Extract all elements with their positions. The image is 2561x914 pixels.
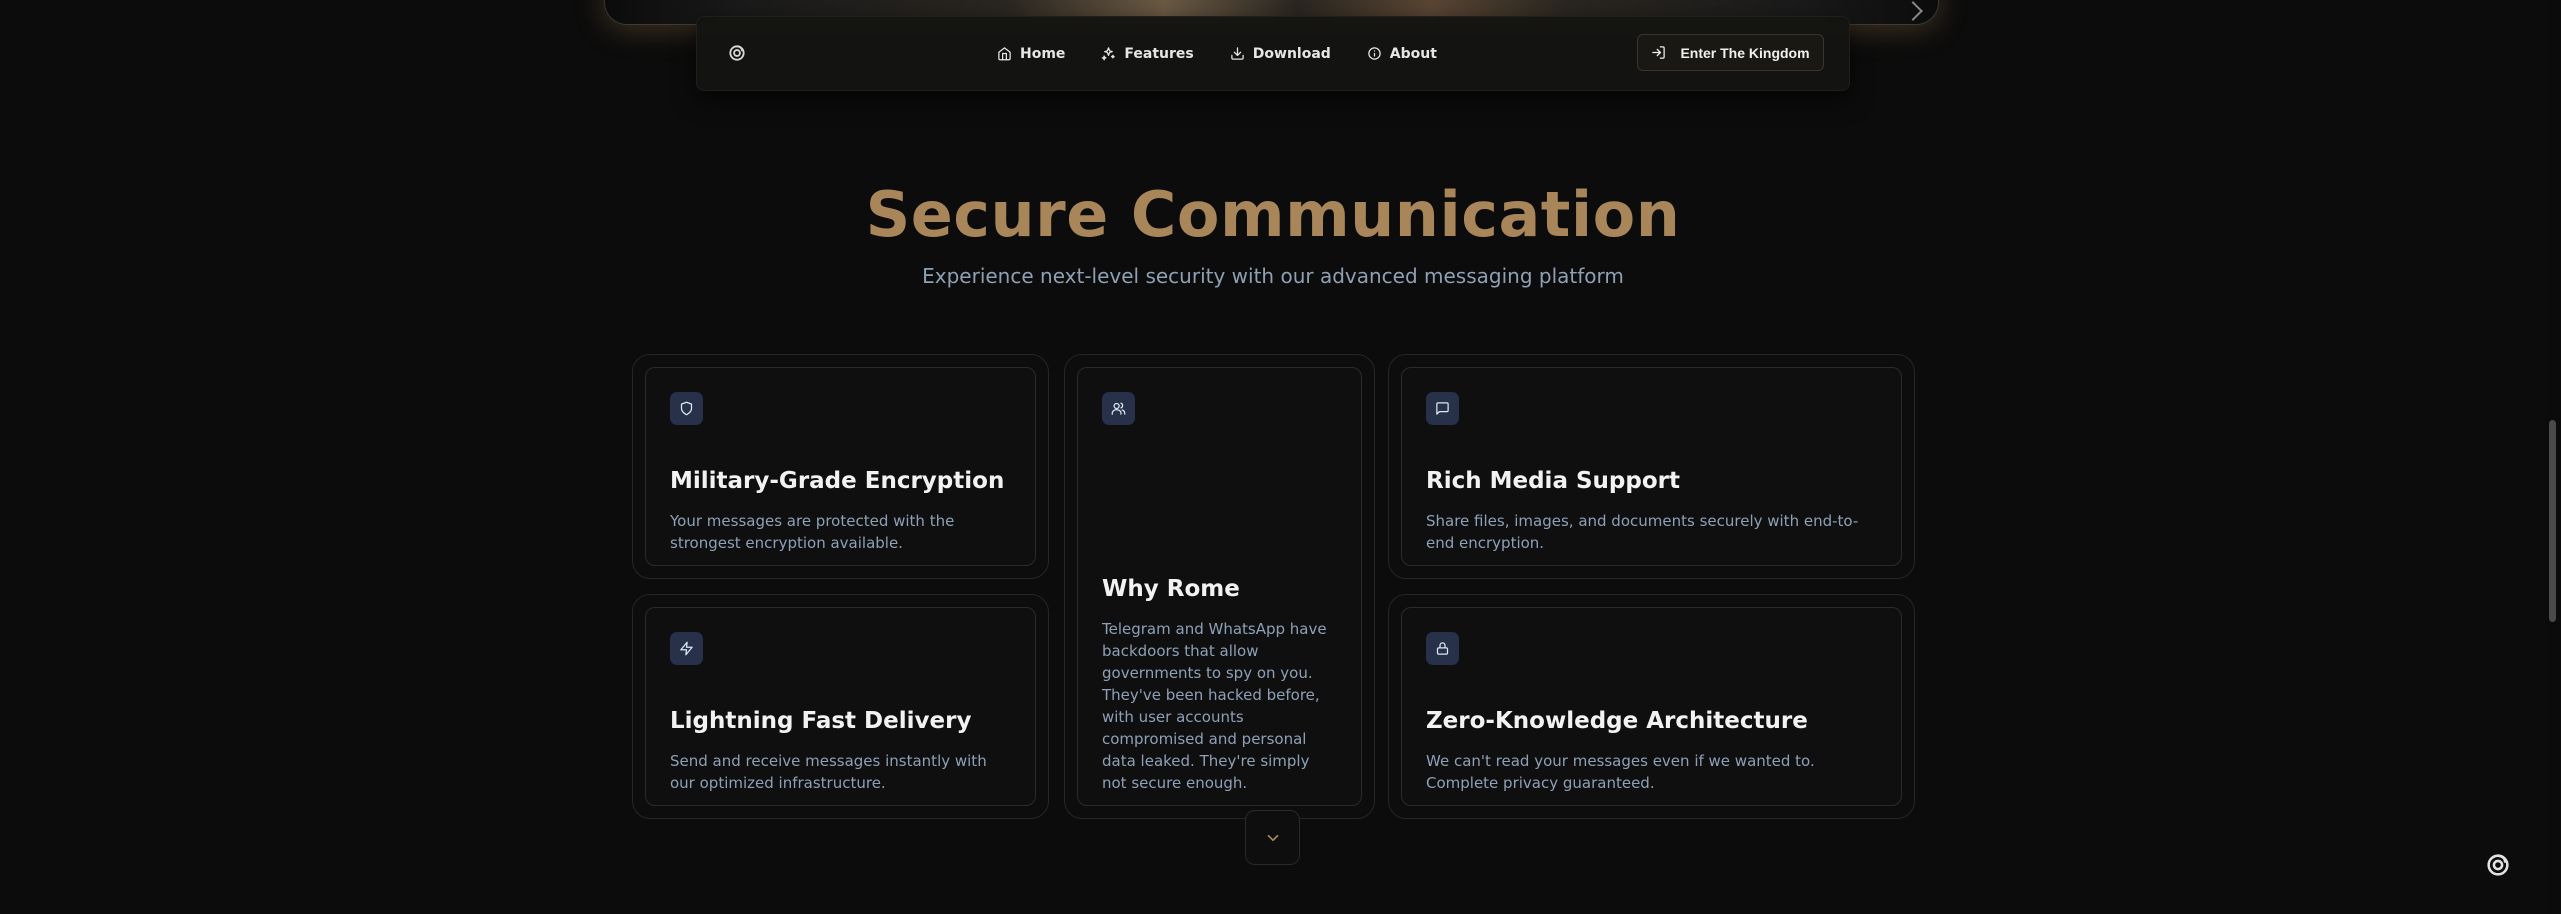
nav-link-home-label: Home xyxy=(1020,45,1066,62)
nav-link-download-label: Download xyxy=(1252,45,1331,62)
shield-icon xyxy=(670,392,703,425)
message-square-icon xyxy=(1426,392,1459,425)
download-icon xyxy=(1231,47,1244,60)
card-title: Military-Grade Encryption xyxy=(670,468,1005,494)
users-icon xyxy=(1102,392,1135,425)
nav-link-features[interactable]: Features xyxy=(1101,45,1194,62)
feature-card-inner: Zero-Knowledge Architecture We can't rea… xyxy=(1401,607,1902,806)
nav-link-features-label: Features xyxy=(1124,45,1194,62)
enter-the-kingdom-label: Enter The Kingdom xyxy=(1680,44,1810,61)
feature-card-inner: Lightning Fast Delivery Send and receive… xyxy=(645,607,1036,806)
log-in-icon xyxy=(1652,46,1666,59)
card-title: Zero-Knowledge Architecture xyxy=(1426,708,1808,734)
nav-link-home[interactable]: Home xyxy=(997,46,1065,62)
sparkles-icon xyxy=(1102,47,1116,61)
card-title: Lightning Fast Delivery xyxy=(670,708,972,734)
nav-link-download[interactable]: Download xyxy=(1230,46,1331,62)
nav-link-about-label: About xyxy=(1389,45,1437,62)
scrollbar-thumb[interactable] xyxy=(2549,420,2556,622)
feature-card-encryption: Military-Grade Encryption Your messages … xyxy=(632,354,1049,579)
zap-icon xyxy=(670,632,703,665)
nav-links: Home Features Download About xyxy=(997,17,1437,90)
card-title: Why Rome xyxy=(1102,576,1240,602)
feature-card-inner: Military-Grade Encryption Your messages … xyxy=(645,367,1036,566)
nav-link-about[interactable]: About xyxy=(1367,46,1437,62)
feature-card-inner: Rich Media Support Share files, images, … xyxy=(1401,367,1902,566)
feature-card-why-rome: Why Rome Telegram and WhatsApp have back… xyxy=(1064,354,1375,819)
lock-icon xyxy=(1426,632,1459,665)
card-title: Rich Media Support xyxy=(1426,468,1680,494)
feature-card-rich-media: Rich Media Support Share files, images, … xyxy=(1388,354,1915,579)
floating-logo-icon[interactable] xyxy=(2484,851,2512,879)
scroll-down-button[interactable] xyxy=(1245,810,1300,865)
card-description: We can't read your messages even if we w… xyxy=(1426,752,1815,792)
chevron-down-icon xyxy=(1267,834,1278,841)
hero-chevron-icon[interactable] xyxy=(1903,1,1923,21)
info-icon xyxy=(1368,47,1381,60)
section-title: Secure Communication xyxy=(865,178,1681,251)
feature-card-fast-delivery: Lightning Fast Delivery Send and receive… xyxy=(632,594,1049,819)
logo-icon[interactable] xyxy=(727,43,747,63)
enter-the-kingdom-button[interactable]: Enter The Kingdom xyxy=(1637,34,1824,71)
card-description: Telegram and WhatsApp have backdoors tha… xyxy=(1102,620,1327,792)
section-subtitle: Experience next-level security with our … xyxy=(922,264,1624,288)
card-description: Your messages are protected with the str… xyxy=(670,512,955,552)
card-description: Share files, images, and documents secur… xyxy=(1426,512,1859,552)
feature-card-inner: Why Rome Telegram and WhatsApp have back… xyxy=(1077,367,1362,806)
home-icon xyxy=(998,47,1011,61)
card-description: Send and receive messages instantly with… xyxy=(670,752,987,792)
top-navbar: Home Features Download About Enter The K… xyxy=(696,16,1850,91)
feature-card-zero-knowledge: Zero-Knowledge Architecture We can't rea… xyxy=(1388,594,1915,819)
